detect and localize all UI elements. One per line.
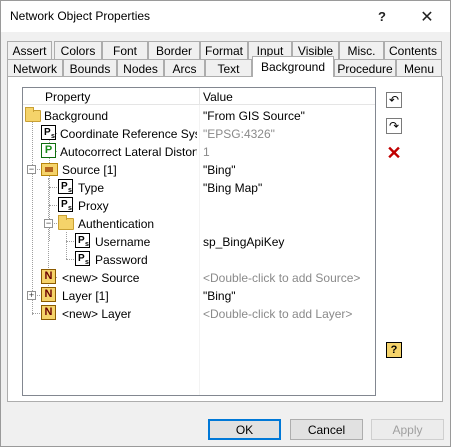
- redo-button[interactable]: ↷: [384, 116, 404, 136]
- tab-strip: Assert Colors Font Border Format Input V…: [7, 41, 443, 77]
- properties-dialog: Network Object Properties ? ✕ Assert Col…: [0, 0, 451, 447]
- row-label: Layer [1]: [62, 289, 109, 303]
- row-label: <new> Source: [62, 271, 140, 285]
- property-icon: P: [41, 143, 56, 158]
- row-value[interactable]: sp_BingApiKey: [203, 235, 284, 249]
- tab-background[interactable]: Background: [252, 56, 334, 77]
- tab-contents[interactable]: Contents: [384, 41, 442, 59]
- apply-button[interactable]: Apply: [371, 419, 444, 440]
- cancel-button[interactable]: Cancel: [290, 419, 363, 440]
- expand-icon[interactable]: +: [27, 291, 36, 300]
- header-divider[interactable]: [199, 88, 200, 105]
- help-button[interactable]: ?: [359, 1, 405, 32]
- tab-arcs[interactable]: Arcs: [164, 59, 205, 77]
- ok-button[interactable]: OK: [208, 419, 281, 440]
- collapse-icon[interactable]: −: [27, 165, 36, 174]
- row-label: Autocorrect Lateral Distortion: [60, 145, 197, 159]
- property-column-header[interactable]: Property: [45, 90, 90, 104]
- row-label: Authentication: [78, 217, 155, 231]
- tab-menu[interactable]: Menu: [396, 59, 442, 77]
- tree-row-new-source[interactable]: N <new> Source <Double-click to add Sour…: [23, 268, 375, 286]
- tree-row-authentication[interactable]: − Authentication: [23, 214, 375, 232]
- row-value[interactable]: "Bing": [203, 289, 236, 303]
- redo-icon: ↷: [386, 118, 402, 134]
- help-icon[interactable]: ?: [386, 342, 402, 358]
- tab-nodes[interactable]: Nodes: [117, 59, 164, 77]
- parameter-icon: P: [58, 179, 73, 197]
- row-label: Type: [78, 181, 105, 195]
- row-label: Coordinate Reference System: [60, 127, 197, 141]
- close-button[interactable]: ✕: [404, 1, 450, 32]
- tree-row-autocorrect[interactable]: P Autocorrect Lateral Distortion 1: [23, 142, 375, 160]
- tree-row-crs[interactable]: P Coordinate Reference System "EPSG:4326…: [23, 124, 375, 143]
- row-label: Username: [95, 235, 151, 249]
- parameter-icon: P: [58, 197, 73, 215]
- tree-row-proxy[interactable]: P Proxy: [23, 196, 375, 215]
- row-label: Password: [95, 253, 148, 267]
- tab-colors[interactable]: Colors: [54, 41, 102, 59]
- tree-row-layer[interactable]: + N Layer [1] "Bing": [23, 286, 375, 304]
- parameter-icon: P: [41, 125, 56, 143]
- folder-icon: [58, 215, 74, 230]
- new-item-icon: N: [41, 269, 56, 284]
- row-value[interactable]: "Bing": [203, 163, 236, 177]
- value-column-header[interactable]: Value: [203, 90, 233, 104]
- tree-row-new-layer[interactable]: N <new> Layer <Double-click to add Layer…: [23, 304, 375, 322]
- tree-row-background[interactable]: Background "From GIS Source": [23, 106, 375, 124]
- tab-font[interactable]: Font: [102, 41, 148, 59]
- tab-bounds[interactable]: Bounds: [63, 59, 117, 77]
- row-value[interactable]: "From GIS Source": [203, 109, 305, 123]
- tree-row-username[interactable]: P Username sp_BingApiKey: [23, 232, 375, 251]
- undo-button[interactable]: ↶: [384, 90, 404, 110]
- row-value[interactable]: "EPSG:4326": [203, 127, 275, 141]
- tab-border[interactable]: Border: [148, 41, 200, 59]
- row-label: Proxy: [78, 199, 109, 213]
- row-label: Background: [44, 109, 109, 123]
- collapse-icon[interactable]: −: [44, 219, 53, 228]
- new-item-icon: N: [41, 305, 56, 320]
- tab-network[interactable]: Network: [7, 59, 63, 77]
- row-label: Source [1]: [62, 163, 117, 177]
- row-label: <new> Layer: [62, 307, 132, 321]
- row-value[interactable]: "Bing Map": [203, 181, 262, 195]
- row-value[interactable]: <Double-click to add Layer>: [203, 307, 352, 321]
- row-value[interactable]: <Double-click to add Source>: [203, 271, 360, 285]
- window-title: Network Object Properties: [10, 9, 151, 23]
- source-icon: [41, 163, 58, 176]
- tree-header: Property Value: [23, 88, 375, 105]
- layer-icon: N: [41, 287, 56, 302]
- tree-row-type[interactable]: P Type "Bing Map": [23, 178, 375, 197]
- tab-procedure[interactable]: Procedure: [334, 59, 396, 77]
- folder-icon: [25, 107, 41, 122]
- tree-row-password[interactable]: P Password: [23, 250, 375, 269]
- tab-text[interactable]: Text: [205, 59, 252, 77]
- row-value[interactable]: 1: [203, 145, 210, 159]
- tab-format[interactable]: Format: [200, 41, 248, 59]
- delete-button[interactable]: ✕: [384, 143, 404, 163]
- tree-row-source[interactable]: − Source [1] "Bing": [23, 160, 375, 178]
- background-panel: Property Value Background "From GIS Sour…: [7, 76, 443, 402]
- parameter-icon: P: [75, 251, 90, 269]
- undo-icon: ↶: [386, 92, 402, 108]
- property-tree[interactable]: Property Value Background "From GIS Sour…: [22, 87, 376, 396]
- parameter-icon: P: [75, 233, 90, 251]
- delete-icon: ✕: [386, 142, 402, 163]
- title-bar: Network Object Properties ? ✕: [1, 1, 450, 32]
- tab-misc[interactable]: Misc.: [339, 41, 384, 59]
- tab-assert[interactable]: Assert: [7, 41, 52, 59]
